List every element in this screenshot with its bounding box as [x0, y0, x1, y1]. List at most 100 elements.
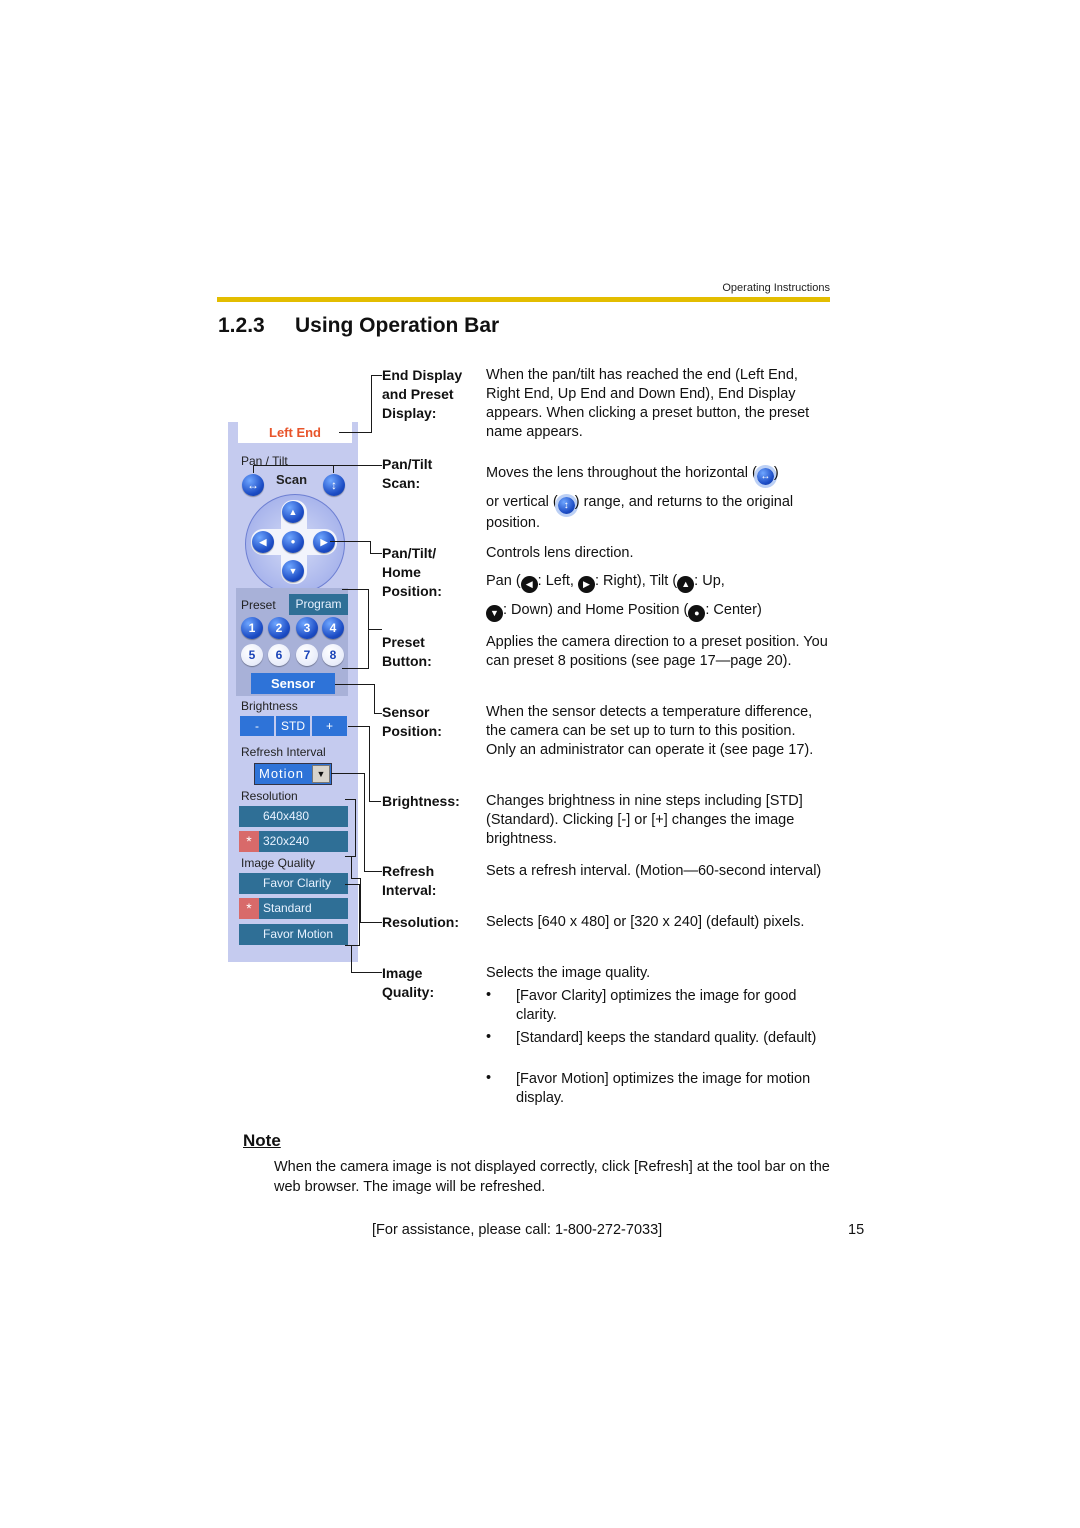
term-resolution: Resolution: — [382, 913, 459, 932]
dropdown-arrow-icon[interactable]: ▼ — [312, 765, 330, 783]
desc-pan-tilt-home-line3: ▼: Down) and Home Position (●: Center) — [486, 601, 828, 622]
quality-option-label: Favor Clarity — [263, 876, 332, 890]
leader-line — [342, 589, 369, 590]
tilt-up-button[interactable]: ▲ — [282, 501, 304, 523]
program-button[interactable]: Program — [289, 594, 348, 615]
quality-option-label: Favor Motion — [263, 927, 334, 941]
right-arrow-icon: ▶ — [320, 537, 328, 547]
leader-line — [335, 684, 374, 685]
preset-button-4[interactable]: 4 — [322, 617, 344, 639]
section-title: 1.2.3 Using Operation Bar — [218, 314, 499, 338]
preset-button-1[interactable]: 1 — [241, 617, 263, 639]
leader-line — [351, 972, 382, 973]
term-line: Preset — [382, 634, 425, 650]
preset-label: Preset — [241, 598, 276, 612]
end-display: Left End — [238, 422, 352, 443]
quality-option-label: Standard — [263, 901, 312, 915]
desc-text: or vertical ( — [486, 494, 558, 510]
desc-text: : Left, — [537, 573, 578, 589]
term-brightness: Brightness: — [382, 792, 460, 811]
desc-brightness: Changes brightness in nine steps includi… — [486, 793, 803, 847]
leader-line — [330, 541, 370, 542]
leader-line — [351, 856, 352, 878]
leader-line — [360, 922, 382, 923]
preset-button-7[interactable]: 7 — [296, 644, 318, 666]
term-pan-tilt-scan: Pan/Tilt Scan: — [382, 455, 432, 493]
standard-quality-button[interactable]: * Standard — [239, 898, 348, 919]
desc-text: : Right), Tilt ( — [594, 573, 678, 589]
preset-button-3[interactable]: 3 — [296, 617, 318, 639]
preset-button-5[interactable]: 5 — [241, 644, 263, 666]
term-line: Home — [382, 564, 421, 580]
section-number: 1.2.3 — [218, 314, 265, 337]
desc-text: Pan ( — [486, 573, 521, 589]
pan-right-button[interactable]: ▶ — [313, 531, 335, 553]
leader-line — [368, 629, 382, 630]
term-line: Interval: — [382, 882, 437, 898]
desc-text: ) — [773, 465, 779, 481]
desc-pan-tilt-scan-line2: or vertical (↕) range, and returns to th… — [486, 493, 828, 533]
refresh-interval-select[interactable]: Motion ▼ — [254, 763, 332, 785]
resolution-640x480-button[interactable]: 640x480 — [239, 806, 348, 827]
home-dot-icon: ● — [688, 605, 706, 622]
selected-marker-icon: * — [239, 898, 259, 919]
up-arrow-icon: ▲ — [677, 576, 695, 593]
leader-line — [355, 799, 356, 857]
tilt-down-button[interactable]: ▼ — [282, 560, 304, 582]
term-line: Sensor — [382, 704, 430, 720]
leader-line — [374, 713, 382, 714]
refresh-interval-value: Motion — [259, 766, 305, 781]
desc-pan-tilt-home-line1: Controls lens direction. — [486, 545, 634, 561]
leader-line — [253, 465, 254, 473]
brightness-minus-button[interactable]: - — [240, 716, 274, 736]
running-header: Operating Instructions — [722, 282, 830, 294]
resolution-320x240-button[interactable]: * 320x240 — [239, 831, 348, 852]
leader-line — [371, 375, 382, 376]
leader-line — [253, 465, 382, 466]
home-position-button[interactable]: ● — [282, 531, 304, 553]
desc-text: : Up, — [694, 573, 725, 589]
horizontal-scan-button[interactable]: ↔ — [242, 474, 264, 496]
horizontal-scan-icon: ↔ — [753, 465, 777, 488]
term-image-quality: Image Quality: — [382, 964, 434, 1002]
leader-line — [333, 465, 334, 473]
leader-line — [342, 668, 369, 669]
scan-label: Scan — [276, 472, 308, 487]
brightness-std-button[interactable]: STD — [276, 716, 310, 736]
term-line: Image — [382, 965, 423, 981]
image-quality-label: Image Quality — [241, 856, 316, 870]
vertical-scan-icon: ↕ — [554, 494, 578, 517]
preset-button-2[interactable]: 2 — [268, 617, 290, 639]
term-line: Refresh — [382, 863, 435, 879]
leader-line — [348, 726, 369, 727]
left-arrow-icon: ◀ — [520, 576, 538, 593]
sensor-button[interactable]: Sensor — [251, 673, 335, 694]
pan-left-button[interactable]: ◀ — [252, 531, 274, 553]
leader-line — [345, 884, 360, 885]
preset-button-6[interactable]: 6 — [268, 644, 290, 666]
desc-pan-tilt-home-line2: Pan (◀: Left, ▶: Right), Tilt (▲: Up, — [486, 572, 828, 593]
term-line: Brightness: — [382, 793, 460, 809]
term-end-display: End Display and Preset Display: — [382, 366, 462, 423]
preset-button-8[interactable]: 8 — [322, 644, 344, 666]
favor-clarity-button[interactable]: Favor Clarity — [239, 873, 348, 894]
desc-text: : Down) and Home Position ( — [503, 602, 689, 618]
leader-line — [364, 871, 382, 872]
brightness-plus-button[interactable]: + — [312, 716, 347, 736]
term-line: Resolution: — [382, 914, 459, 930]
home-dot-icon: ● — [290, 537, 296, 546]
right-arrow-icon: ▶ — [577, 576, 595, 593]
desc-resolution: Selects [640 x 480] or [320 x 240] (defa… — [486, 914, 805, 930]
brightness-label: Brightness — [241, 699, 298, 713]
vertical-scan-button[interactable]: ↕ — [323, 474, 345, 496]
term-line: Pan/Tilt — [382, 456, 433, 472]
selected-marker-icon: * — [239, 831, 259, 852]
term-line: Quality: — [382, 984, 435, 1000]
section-heading: Using Operation Bar — [295, 314, 500, 337]
bullet-standard: [Standard] keeps the standard quality. (… — [516, 1030, 817, 1046]
horizontal-scan-icon: ↔ — [247, 478, 259, 492]
favor-motion-button[interactable]: Favor Motion — [239, 924, 348, 945]
up-arrow-icon: ▲ — [288, 507, 298, 517]
term-sensor-position: Sensor Position: — [382, 703, 442, 741]
leader-line — [369, 726, 370, 801]
